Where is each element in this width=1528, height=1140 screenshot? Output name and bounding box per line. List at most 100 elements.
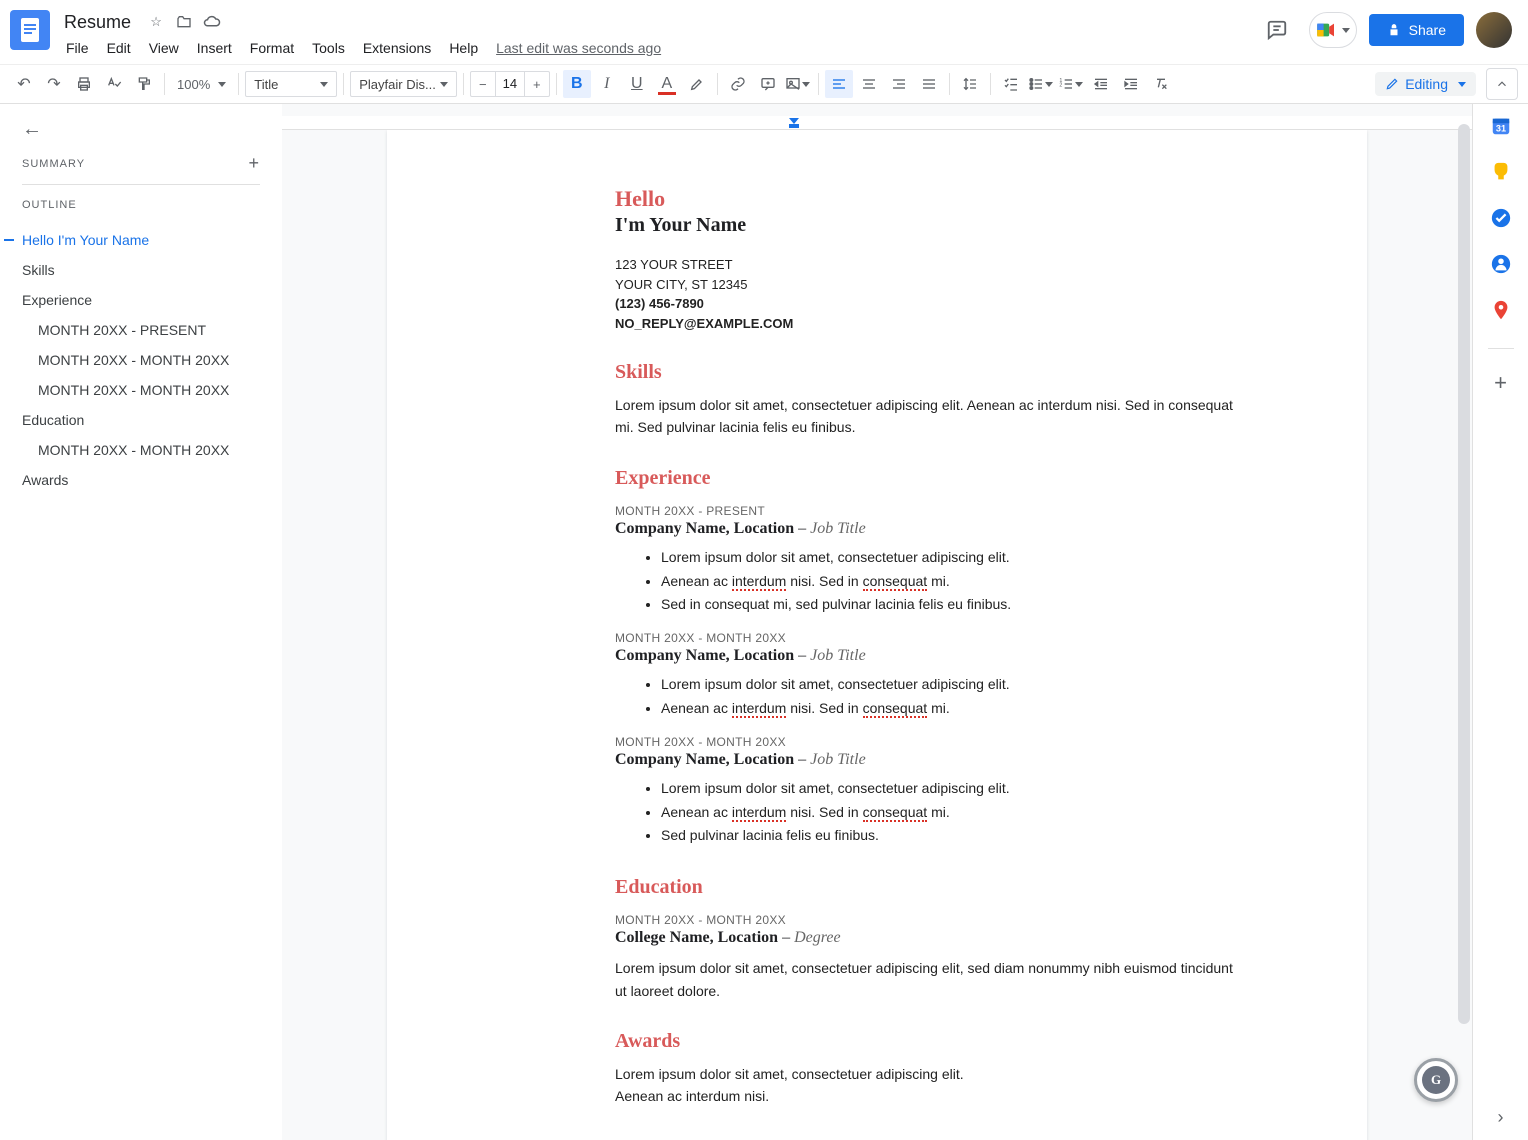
- tasks-icon[interactable]: [1489, 206, 1513, 230]
- bullet-item[interactable]: Aenean ac interdum nisi. Sed in consequa…: [661, 697, 1247, 721]
- outline-item[interactable]: Experience: [22, 285, 260, 315]
- maps-icon[interactable]: [1489, 298, 1513, 322]
- scrollbar[interactable]: [1458, 124, 1470, 1024]
- menu-file[interactable]: File: [58, 36, 97, 60]
- address-block[interactable]: 123 YOUR STREET YOUR CITY, ST 12345 (123…: [615, 255, 1247, 333]
- bullet-item[interactable]: Sed in consequat mi, sed pulvinar lacini…: [661, 593, 1247, 617]
- get-addons-icon[interactable]: +: [1489, 371, 1513, 395]
- menu-edit[interactable]: Edit: [99, 36, 139, 60]
- experience-date[interactable]: MONTH 20XX - MONTH 20XX: [615, 735, 1247, 749]
- ruler[interactable]: [282, 116, 1472, 130]
- menu-insert[interactable]: Insert: [189, 36, 240, 60]
- align-justify-button[interactable]: [915, 70, 943, 98]
- move-icon[interactable]: [175, 13, 193, 31]
- education-college[interactable]: College Name, Location – Degree: [615, 929, 1247, 947]
- highlight-button[interactable]: [683, 70, 711, 98]
- experience-company[interactable]: Company Name, Location – Job Title: [615, 751, 1247, 769]
- editing-mode-button[interactable]: Editing: [1375, 72, 1476, 96]
- menu-format[interactable]: Format: [242, 36, 302, 60]
- star-icon[interactable]: ☆: [147, 13, 165, 31]
- ruler-left-indent-icon[interactable]: [789, 118, 799, 130]
- heading-hello[interactable]: Hello: [615, 186, 1247, 212]
- insert-link-button[interactable]: [724, 70, 752, 98]
- address-email[interactable]: NO_REPLY@EXAMPLE.COM: [615, 314, 1247, 334]
- share-button[interactable]: Share: [1369, 14, 1464, 46]
- paint-format-button[interactable]: [130, 70, 158, 98]
- menu-tools[interactable]: Tools: [304, 36, 353, 60]
- print-button[interactable]: [70, 70, 98, 98]
- checklist-button[interactable]: [997, 70, 1025, 98]
- keep-icon[interactable]: [1489, 160, 1513, 184]
- bullet-item[interactable]: Sed pulvinar lacinia felis eu finibus.: [661, 824, 1247, 848]
- docs-logo[interactable]: [10, 10, 50, 50]
- menu-view[interactable]: View: [141, 36, 187, 60]
- outline-item[interactable]: Hello I'm Your Name: [22, 225, 260, 255]
- spellcheck-button[interactable]: [100, 70, 128, 98]
- outline-item[interactable]: MONTH 20XX - MONTH 20XX: [22, 345, 260, 375]
- experience-date[interactable]: MONTH 20XX - PRESENT: [615, 504, 1247, 518]
- experience-bullets[interactable]: Lorem ipsum dolor sit amet, consectetuer…: [661, 777, 1247, 848]
- skills-text[interactable]: Lorem ipsum dolor sit amet, consectetuer…: [615, 394, 1247, 439]
- page[interactable]: Hello I'm Your Name 123 YOUR STREET YOUR…: [387, 130, 1367, 1140]
- add-summary-button[interactable]: +: [248, 153, 260, 174]
- account-avatar[interactable]: [1476, 12, 1512, 48]
- text-color-button[interactable]: A: [653, 70, 681, 98]
- address-line2[interactable]: YOUR CITY, ST 12345: [615, 275, 1247, 295]
- insert-image-button[interactable]: [784, 70, 812, 98]
- education-date[interactable]: MONTH 20XX - MONTH 20XX: [615, 913, 1247, 927]
- align-right-button[interactable]: [885, 70, 913, 98]
- education-text[interactable]: Lorem ipsum dolor sit amet, consectetuer…: [615, 957, 1247, 1002]
- increase-indent-button[interactable]: [1117, 70, 1145, 98]
- awards-text-2[interactable]: Aenean ac interdum nisi.: [615, 1085, 1247, 1107]
- font-size-decrease[interactable]: −: [471, 77, 495, 92]
- align-left-button[interactable]: [825, 70, 853, 98]
- contacts-icon[interactable]: [1489, 252, 1513, 276]
- cloud-icon[interactable]: [203, 13, 221, 31]
- outline-item[interactable]: Awards: [22, 465, 260, 495]
- awards-text-1[interactable]: Lorem ipsum dolor sit amet, consectetuer…: [615, 1063, 1247, 1085]
- redo-button[interactable]: ↷: [40, 70, 68, 98]
- address-line1[interactable]: 123 YOUR STREET: [615, 255, 1247, 275]
- outline-back-icon[interactable]: ←: [22, 118, 260, 141]
- education-heading[interactable]: Education: [615, 876, 1247, 899]
- experience-bullets[interactable]: Lorem ipsum dolor sit amet, consectetuer…: [661, 546, 1247, 617]
- align-center-button[interactable]: [855, 70, 883, 98]
- decrease-indent-button[interactable]: [1087, 70, 1115, 98]
- experience-company[interactable]: Company Name, Location – Job Title: [615, 520, 1247, 538]
- address-phone[interactable]: (123) 456-7890: [615, 294, 1247, 314]
- bulleted-list-button[interactable]: [1027, 70, 1055, 98]
- hide-side-panel-icon[interactable]: ›: [1498, 1107, 1504, 1128]
- experience-bullets[interactable]: Lorem ipsum dolor sit amet, consectetuer…: [661, 673, 1247, 721]
- font-select[interactable]: Playfair Dis...: [350, 71, 457, 97]
- menu-help[interactable]: Help: [441, 36, 486, 60]
- outline-item[interactable]: MONTH 20XX - PRESENT: [22, 315, 260, 345]
- bullet-item[interactable]: Aenean ac interdum nisi. Sed in consequa…: [661, 801, 1247, 825]
- bullet-item[interactable]: Lorem ipsum dolor sit amet, consectetuer…: [661, 777, 1247, 801]
- font-size-increase[interactable]: +: [525, 77, 549, 92]
- document-canvas[interactable]: Hello I'm Your Name 123 YOUR STREET YOUR…: [282, 104, 1472, 1140]
- undo-button[interactable]: ↶: [10, 70, 38, 98]
- font-size-value[interactable]: 14: [495, 72, 525, 96]
- outline-item[interactable]: Skills: [22, 255, 260, 285]
- zoom-select[interactable]: 100%: [171, 71, 232, 97]
- calendar-icon[interactable]: 31: [1489, 114, 1513, 138]
- collapse-toolbar-button[interactable]: [1486, 68, 1518, 100]
- awards-heading[interactable]: Awards: [615, 1030, 1247, 1053]
- comments-icon[interactable]: [1257, 10, 1297, 50]
- bullet-item[interactable]: Lorem ipsum dolor sit amet, consectetuer…: [661, 546, 1247, 570]
- bullet-item[interactable]: Lorem ipsum dolor sit amet, consectetuer…: [661, 673, 1247, 697]
- insert-comment-button[interactable]: [754, 70, 782, 98]
- style-select[interactable]: Title: [245, 71, 337, 97]
- experience-heading[interactable]: Experience: [615, 467, 1247, 490]
- meet-button[interactable]: [1309, 12, 1357, 48]
- italic-button[interactable]: I: [593, 70, 621, 98]
- outline-item[interactable]: Education: [22, 405, 260, 435]
- line-spacing-button[interactable]: [956, 70, 984, 98]
- outline-item[interactable]: MONTH 20XX - MONTH 20XX: [22, 435, 260, 465]
- menu-extensions[interactable]: Extensions: [355, 36, 439, 60]
- bold-button[interactable]: B: [563, 70, 591, 98]
- underline-button[interactable]: U: [623, 70, 651, 98]
- numbered-list-button[interactable]: 12: [1057, 70, 1085, 98]
- experience-date[interactable]: MONTH 20XX - MONTH 20XX: [615, 631, 1247, 645]
- doc-title[interactable]: Resume: [58, 10, 137, 35]
